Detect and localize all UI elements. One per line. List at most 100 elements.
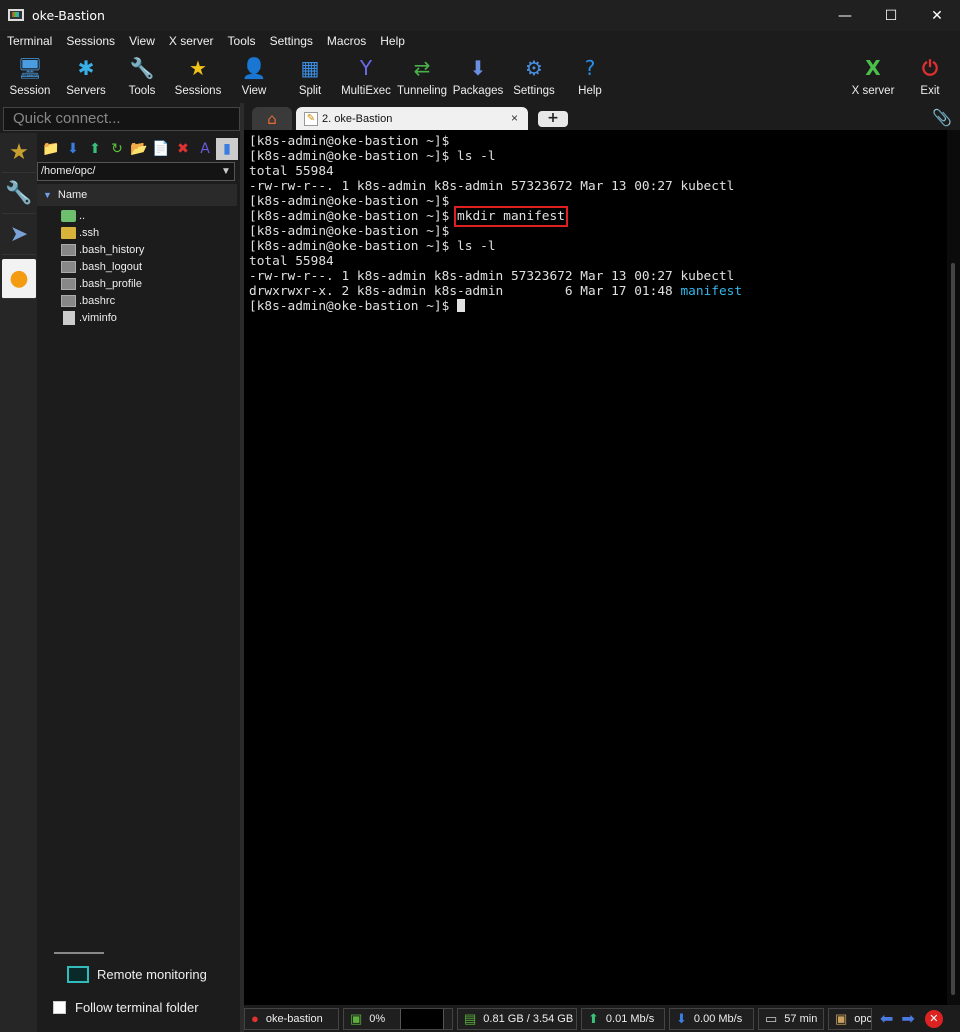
cpu-graph — [399, 1008, 444, 1029]
file-row[interactable]: .viminfo — [37, 309, 237, 326]
toggle-panel-icon[interactable]: ▮ — [216, 138, 238, 160]
toolbar-label: Session — [9, 85, 51, 97]
path-field[interactable]: /home/opc/ ▼ — [37, 162, 235, 181]
terminal-scrollbar[interactable] — [947, 130, 960, 1005]
new-tab-button[interactable]: + — [538, 111, 568, 127]
refresh-icon[interactable]: ↻ — [106, 138, 128, 160]
tab-label: 2. oke-Bastion — [322, 112, 393, 125]
file-row[interactable]: .bashrc — [37, 292, 237, 309]
follow-label: Follow terminal folder — [75, 1000, 199, 1015]
follow-checkbox[interactable] — [53, 1001, 66, 1014]
toolbar-help-button[interactable]: ? Help — [562, 53, 618, 101]
menu-sessions[interactable]: Sessions — [59, 34, 122, 48]
toolbar-settings-button[interactable]: ⚙ Settings — [506, 53, 562, 101]
tools-tab[interactable]: 🔧 — [2, 174, 36, 214]
file-row[interactable]: .bash_history — [37, 241, 237, 258]
highlighted-command: mkdir manifest — [454, 206, 568, 227]
menu-macros[interactable]: Macros — [320, 34, 373, 48]
rename-icon[interactable]: A — [194, 138, 216, 160]
status-memory-value: 0.81 GB / 3.54 GB — [483, 1012, 574, 1025]
menu-settings[interactable]: Settings — [263, 34, 320, 48]
toolbar-label: Sessions — [174, 85, 222, 97]
home-icon: ⌂ — [267, 109, 277, 128]
tab-close-icon[interactable]: × — [511, 111, 518, 125]
toolbar-sessions-button[interactable]: ★ Sessions — [170, 53, 226, 101]
download-arrow-icon: ⬇ — [676, 1010, 687, 1026]
menu-x-server[interactable]: X server — [162, 34, 221, 48]
file-list: .. .ssh .bash_history .bash_logout .bash_pro… — [37, 207, 237, 326]
close-button[interactable]: ✕ — [914, 0, 960, 31]
menu-tools[interactable]: Tools — [221, 34, 263, 48]
new-folder-icon[interactable]: 📂 — [128, 138, 150, 160]
toolbar-multiexec-button[interactable]: Y MultiExec — [338, 53, 394, 101]
quick-connect-input[interactable]: Quick connect... — [3, 107, 240, 131]
file-list-header[interactable]: ▼ Name — [37, 184, 237, 206]
send-tab[interactable]: ➤ — [2, 215, 36, 255]
menu-help[interactable]: Help — [373, 34, 412, 48]
file-row[interactable]: .bash_profile — [37, 275, 237, 292]
paperclip-icon[interactable]: 📎 — [932, 108, 952, 127]
toolbar-view-button[interactable]: 👤 View — [226, 53, 282, 101]
packages-icon: ⬇ — [469, 56, 487, 80]
upload-icon[interactable]: ⬆ — [84, 138, 106, 160]
status-session-name: oke-bastion — [265, 1012, 323, 1025]
status-close-icon[interactable]: ✕ — [924, 1009, 943, 1028]
directory-name: manifest — [680, 284, 743, 299]
toolbar-session-button[interactable]: 🖥 Session — [2, 53, 58, 101]
file-icon — [61, 260, 76, 273]
toolbar-label: X server — [851, 85, 895, 97]
follow-terminal-folder[interactable]: Follow terminal folder — [53, 1000, 199, 1015]
sftp-tab[interactable]: ● — [2, 259, 36, 299]
view-icon: 👤 — [241, 56, 267, 80]
sftp-toolbar: 📁 ⬇ ⬆ ↻ 📂 📄 ✖ A ▮ — [37, 136, 240, 162]
terminal-line: [k8s-admin@oke-bastion ~]$ — [249, 299, 947, 314]
new-file-icon[interactable]: 📄 — [150, 138, 172, 160]
toolbar-label: Servers — [66, 85, 106, 97]
home-tab[interactable]: ⌂ — [252, 107, 292, 130]
file-name: .bash_profile — [79, 277, 142, 290]
terminal-line: [k8s-admin@oke-bastion ~]$ — [249, 224, 450, 239]
chevron-down-icon[interactable]: ▼ — [218, 163, 234, 180]
file-row[interactable]: .bash_logout — [37, 258, 237, 275]
file-row[interactable]: .ssh — [37, 224, 237, 241]
toolbar-x-server-button[interactable]: X X server — [845, 53, 901, 101]
toolbar-label: Settings — [513, 85, 555, 97]
arrow-left-icon[interactable]: ⬅ — [880, 1009, 893, 1028]
toolbar-servers-button[interactable]: ✱ Servers — [58, 53, 114, 101]
toolbar-label: View — [241, 85, 267, 97]
minimize-button[interactable]: — — [822, 0, 868, 31]
menu-terminal[interactable]: Terminal — [0, 34, 59, 48]
toolbar-split-button[interactable]: ▦ Split — [282, 53, 338, 101]
status-memory: ▤ 0.81 GB / 3.54 GB — [457, 1007, 577, 1030]
uptime-icon: ▭ — [765, 1010, 778, 1026]
cpu-icon: ▣ — [350, 1010, 363, 1026]
app-icon — [8, 8, 24, 24]
multiexec-icon: Y — [359, 56, 373, 80]
toolbar-tunneling-button[interactable]: ⇄ Tunneling — [394, 53, 450, 101]
file-name: .. — [79, 209, 86, 222]
toolbar-exit-button[interactable]: ⏻ Exit — [902, 53, 958, 101]
toolbar-label: Help — [578, 85, 602, 97]
maximize-button[interactable]: ☐ — [868, 0, 914, 31]
arrow-right-icon[interactable]: ➡ — [901, 1009, 914, 1028]
status-bar: ● oke-bastion ▣ 0% ▤ 0.81 GB / 3.54 GB ⬆… — [244, 1005, 960, 1032]
tab-oke-bastion[interactable]: ✎ 2. oke-Bastion × — [296, 107, 528, 130]
parent-dir-icon — [61, 209, 76, 222]
toolbar-tools-button[interactable]: 🔧 Tools — [114, 53, 170, 101]
delete-icon[interactable]: ✖ — [172, 138, 194, 160]
download-icon[interactable]: ⬇ — [62, 138, 84, 160]
x-server-icon: X — [865, 56, 881, 80]
remote-monitoring-button[interactable]: Remote monitoring — [67, 966, 207, 983]
toolbar-label: Tunneling — [396, 85, 448, 97]
toolbar-packages-button[interactable]: ⬇ Packages — [450, 53, 506, 101]
terminal-output[interactable]: [k8s-admin@oke-bastion ~]$ [k8s-admin@oke… — [244, 130, 947, 1005]
help-icon: ? — [584, 56, 596, 80]
scroll-thumb[interactable] — [951, 263, 955, 995]
parent-folder-icon[interactable]: 📁 — [40, 138, 62, 160]
file-row[interactable]: .. — [37, 207, 237, 224]
prompt: [k8s-admin@oke-bastion ~]$ — [249, 299, 458, 314]
sessions-star-tab[interactable]: ★ — [2, 133, 36, 173]
status-download: ⬇ 0.00 Mb/s — [669, 1007, 754, 1030]
menu-view[interactable]: View — [122, 34, 162, 48]
status-upload: ⬆ 0.01 Mb/s — [581, 1007, 665, 1030]
